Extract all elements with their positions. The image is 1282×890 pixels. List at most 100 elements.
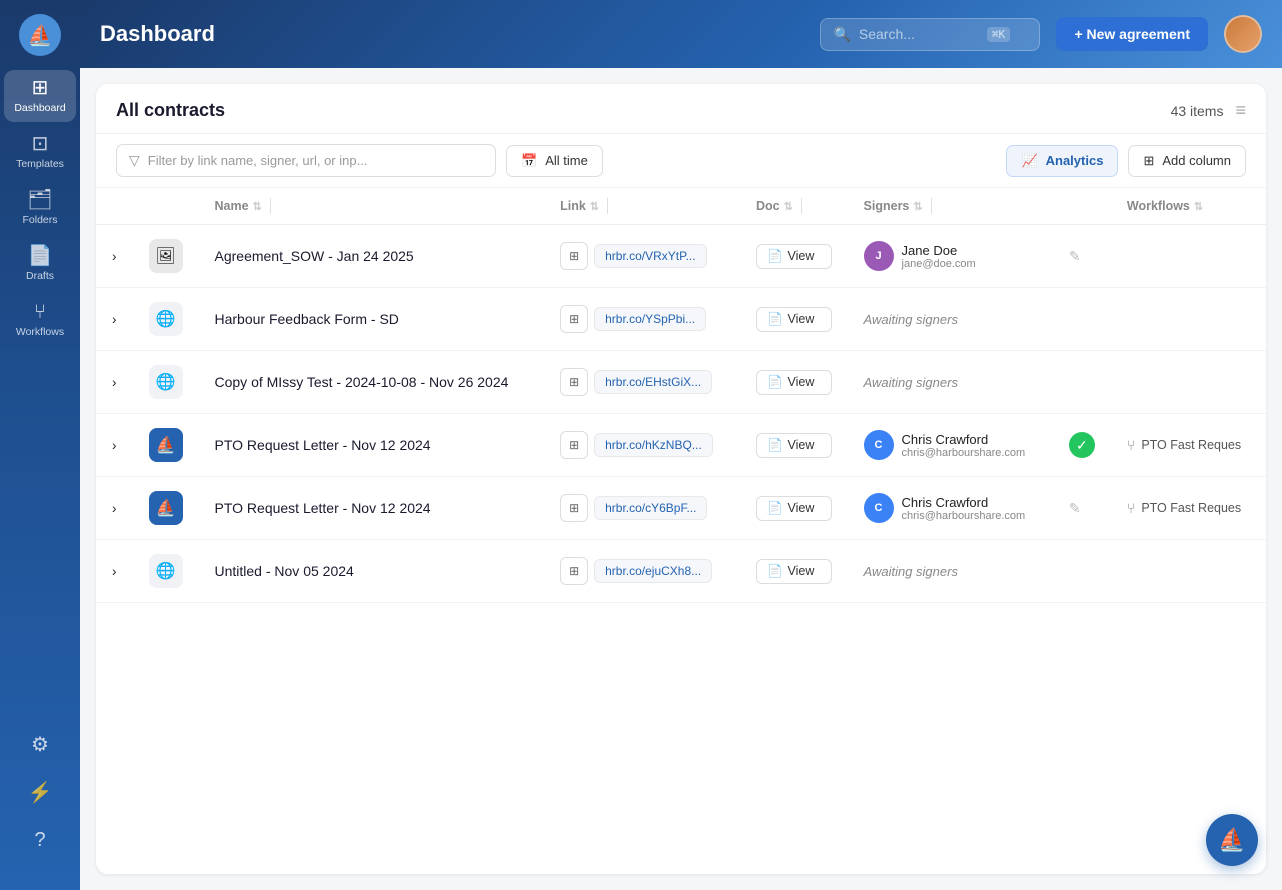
link-cell: ⊞hrbr.co/YSpPbi... [560,305,724,333]
analytics-button[interactable]: 📈 Analytics [1006,145,1118,177]
row-workflow-cell [1111,540,1266,603]
contract-name: PTO Request Letter - Nov 12 2024 [215,500,431,516]
th-link: Link ⇅ [544,188,740,225]
th-signers-filter-icon[interactable]: ⇅ [913,200,922,213]
contracts-panel: All contracts 43 items ≡ ▽ 📅 All time 📈 … [96,84,1266,874]
link-url: hrbr.co/hKzNBQ... [594,433,713,457]
link-cell: ⊞hrbr.co/ejuCXh8... [560,557,724,585]
row-link-cell: ⊞hrbr.co/ejuCXh8... [544,540,740,603]
signer-cell: JJane Doejane@doe.com [864,241,1037,271]
filter-input[interactable] [148,153,483,168]
qr-code-button[interactable]: ⊞ [560,431,588,459]
sidebar-item-workflows[interactable]: ⑂ Workflows [4,294,76,346]
link-url: hrbr.co/VRxYtP... [594,244,707,268]
row-expand-button[interactable]: › [96,225,133,288]
signer-info: Chris Crawfordchris@harbourshare.com [902,432,1026,459]
signer-name: Jane Doe [902,243,976,258]
doc-icon: 📄 [767,501,783,516]
workflow-label: PTO Fast Reques [1141,438,1241,452]
sidebar-item-dashboard[interactable]: ⊞ Dashboard [4,70,76,122]
date-filter-button[interactable]: 📅 All time [506,145,603,177]
signer-cell: C Chris Crawfordchris@harbourshare.com [864,430,1037,460]
th-status [1053,188,1111,225]
row-icon-cell: ⛵ [133,477,199,540]
link-cell: ⊞hrbr.co/hKzNBQ... [560,431,724,459]
view-doc-button[interactable]: 📄View [756,496,832,521]
flash-button[interactable]: ⚡ [4,772,76,812]
user-avatar-image [1226,17,1260,51]
row-icon: 🌐 [149,365,183,399]
link-cell: ⊞hrbr.co/cY6BpF... [560,494,724,522]
row-workflow-cell [1111,351,1266,414]
sidebar-item-folders[interactable]: 🗂 Folders [4,182,76,234]
link-cell: ⊞hrbr.co/EHstGiX... [560,368,724,396]
th-expand [96,188,133,225]
user-avatar[interactable] [1224,15,1262,53]
sidebar-item-drafts[interactable]: 📄 Drafts [4,238,76,290]
signer-avatar: C [864,430,894,460]
row-status-cell: ✎ [1053,225,1111,288]
signer-name: Chris Crawford [902,495,1026,510]
table-row: ›🖼Agreement_SOW - Jan 24 2025⊞hrbr.co/VR… [96,225,1266,288]
row-expand-button[interactable]: › [96,288,133,351]
edit-icon[interactable]: ✎ [1069,500,1081,516]
qr-code-button[interactable]: ⊞ [560,242,588,270]
app-logo-icon: ⛵ [19,14,61,56]
doc-icon: 📄 [767,312,783,327]
qr-code-button[interactable]: ⊞ [560,368,588,396]
sidebar-logo[interactable]: ⛵ [0,0,80,70]
sidebar-label-folders: Folders [22,214,57,226]
content-area: All contracts 43 items ≡ ▽ 📅 All time 📈 … [80,68,1282,890]
signer-info: Chris Crawfordchris@harbourshare.com [902,495,1026,522]
filter-input-wrap[interactable]: ▽ [116,144,496,177]
row-status-cell: ✓ [1053,414,1111,477]
link-url: hrbr.co/cY6BpF... [594,496,707,520]
row-expand-button[interactable]: › [96,351,133,414]
sidebar-nav: ⊞ Dashboard ⊡ Templates 🗂 Folders 📄 Draf… [0,70,80,724]
row-expand-button[interactable]: › [96,414,133,477]
workflow-cell: ⑂PTO Fast Reques [1127,500,1250,516]
table-header-row: Name ⇅ Link ⇅ [96,188,1266,225]
search-bar[interactable]: 🔍 ⌘K [820,18,1040,51]
view-doc-button[interactable]: 📄View [756,307,832,332]
topbar: Dashboard 🔍 ⌘K + New agreement [80,0,1282,68]
layout-toggle-icon[interactable]: ≡ [1235,100,1246,121]
table-row: ›🌐Copy of MIssy Test - 2024-10-08 - Nov … [96,351,1266,414]
row-signers-cell: Awaiting signers [848,351,1053,414]
workflows-icon: ⑂ [34,302,46,322]
workflow-icon: ⑂ [1127,437,1135,453]
qr-code-button[interactable]: ⊞ [560,305,588,333]
qr-code-button[interactable]: ⊞ [560,494,588,522]
edit-icon[interactable]: ✎ [1069,248,1081,264]
qr-code-button[interactable]: ⊞ [560,557,588,585]
view-doc-button[interactable]: 📄View [756,559,832,584]
th-workflows-filter-icon[interactable]: ⇅ [1194,200,1203,213]
filter-icon: ▽ [129,152,140,169]
sidebar-item-templates[interactable]: ⊡ Templates [4,126,76,178]
new-agreement-button[interactable]: + New agreement [1056,17,1208,51]
row-expand-button[interactable]: › [96,477,133,540]
help-button[interactable]: ? [4,820,76,860]
settings-button[interactable]: ⚙ [4,724,76,764]
view-doc-button[interactable]: 📄View [756,433,832,458]
signer-avatar: C [864,493,894,523]
view-doc-button[interactable]: 📄View [756,244,832,269]
fab-button[interactable]: ⛵ [1206,814,1258,866]
th-link-filter-icon[interactable]: ⇅ [590,200,599,213]
row-icon-cell: 🌐 [133,288,199,351]
th-link-divider [607,198,608,214]
add-column-button[interactable]: ⊞ Add column [1128,145,1246,177]
th-name-filter-icon[interactable]: ⇅ [253,200,262,213]
search-icon: 🔍 [833,26,850,43]
search-input[interactable] [859,26,979,42]
row-link-cell: ⊞hrbr.co/VRxYtP... [544,225,740,288]
table-body: ›🖼Agreement_SOW - Jan 24 2025⊞hrbr.co/VR… [96,225,1266,603]
view-doc-button[interactable]: 📄View [756,370,832,395]
th-doc-filter-icon[interactable]: ⇅ [784,200,793,213]
row-icon: 🖼 [149,239,183,273]
date-filter-label: All time [545,153,588,168]
panel-header: All contracts 43 items ≡ [96,84,1266,134]
row-expand-button[interactable]: › [96,540,133,603]
awaiting-signers-label: Awaiting signers [864,564,958,579]
th-doc: Doc ⇅ [740,188,848,225]
